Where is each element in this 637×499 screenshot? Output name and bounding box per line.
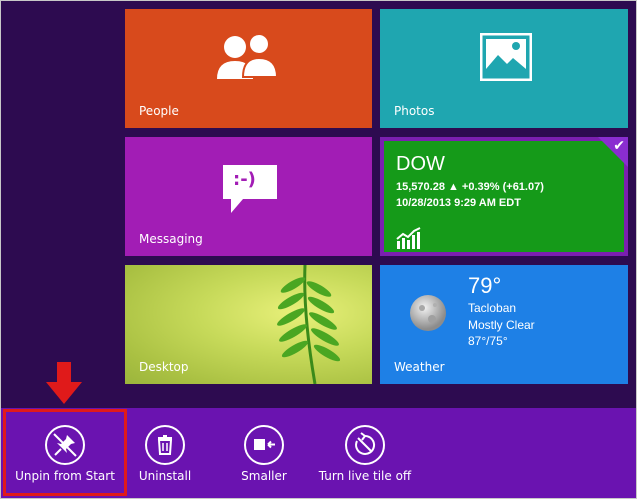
moon-icon [410, 295, 446, 331]
start-screen: People Photos :-) Messaging DOW 15,570.2… [0, 0, 637, 499]
weather-temperature: 79° [468, 273, 502, 298]
tile-label-people: People [139, 104, 179, 118]
tile-photos[interactable]: Photos [380, 9, 628, 128]
dow-quote: 15,570.28 ▲ +0.39% (+61.07) [396, 181, 544, 193]
tile-desktop[interactable]: Desktop [125, 265, 372, 384]
tile-dow[interactable]: DOW 15,570.28 ▲ +0.39% (+61.07) 10/28/20… [380, 137, 628, 256]
checkmark-icon: ✔ [613, 138, 625, 154]
tile-label-messaging: Messaging [139, 232, 203, 246]
trash-icon [145, 425, 185, 465]
smaller-button[interactable]: Smaller [224, 408, 304, 498]
turn-live-tile-off-button[interactable]: Turn live tile off [311, 408, 419, 498]
tile-weather[interactable]: 79° Tacloban Mostly Clear 87°/75° Weathe… [380, 265, 628, 384]
highlight-box [3, 409, 127, 496]
live-tile-off-icon [345, 425, 385, 465]
red-arrow-icon [46, 362, 82, 404]
people-icon [217, 33, 279, 79]
weather-condition: Mostly Clear [468, 318, 535, 332]
messaging-emoticon: :-) [233, 169, 256, 190]
tile-messaging[interactable]: :-) Messaging [125, 137, 372, 256]
dow-title: DOW [396, 153, 445, 175]
tile-people[interactable]: People [125, 9, 372, 128]
photos-icon [480, 33, 532, 81]
dow-tile-body: DOW 15,570.28 ▲ +0.39% (+61.07) 10/28/20… [384, 141, 624, 252]
finance-chart-icon [396, 227, 421, 249]
tile-label-weather: Weather [394, 360, 445, 374]
weather-range: 87°/75° [468, 334, 508, 348]
uninstall-button[interactable]: Uninstall [125, 408, 205, 498]
fern-wallpaper [277, 265, 341, 384]
resize-smaller-icon [244, 425, 284, 465]
tile-label-photos: Photos [394, 104, 435, 118]
cmd-label-turnoff: Turn live tile off [318, 469, 412, 483]
cmd-label-smaller: Smaller [241, 469, 287, 483]
dow-timestamp: 10/28/2013 9:29 AM EDT [396, 197, 521, 209]
weather-city: Tacloban [468, 301, 517, 315]
cmd-label-uninstall: Uninstall [138, 469, 192, 483]
tile-label-desktop: Desktop [139, 360, 189, 374]
